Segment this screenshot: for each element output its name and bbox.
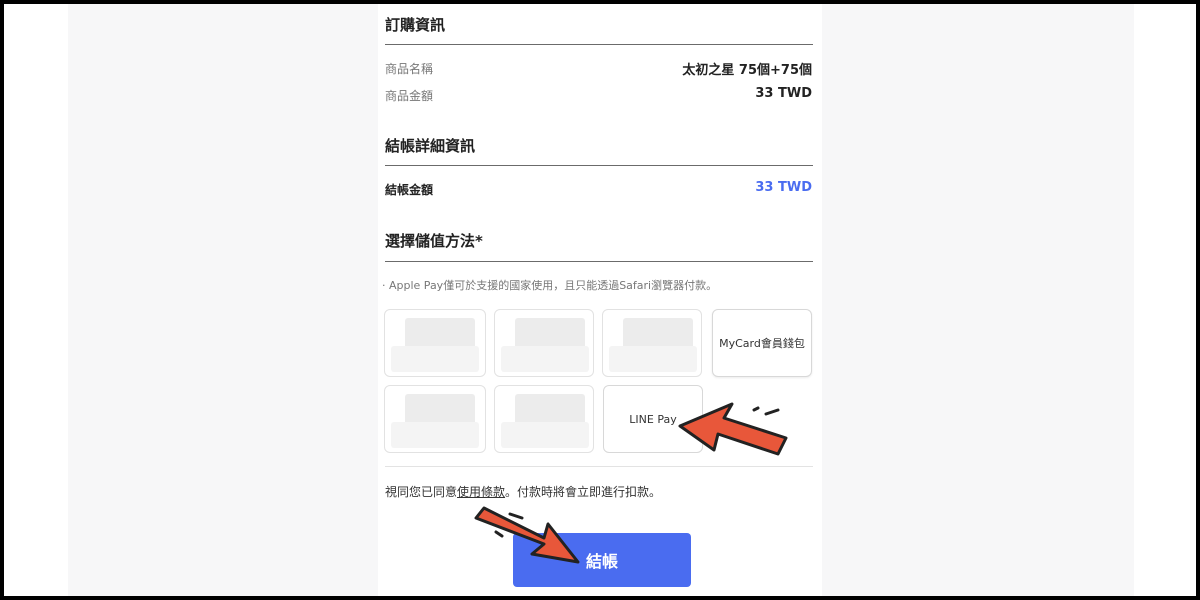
arrow-pointing-checkout-button-icon (474, 506, 580, 564)
screenshot-frame: 訂購資訊 商品名稱 太初之星 75個+75個 商品金額 33 TWD 結帳詳細資… (4, 4, 1196, 596)
product-amount-value: 33 TWD (755, 86, 812, 101)
agreement-prefix: 視同您已同意 (385, 485, 458, 499)
checkout-details-title: 結帳詳細資訊 (385, 137, 476, 155)
agreement-suffix: 。付款時將會立即進行扣款。 (505, 485, 662, 499)
payment-method-title: 選擇儲值方法* (385, 232, 483, 250)
divider (385, 165, 813, 166)
checkout-amount-value: 33 TWD (755, 180, 812, 195)
checkout-amount-label: 結帳金額 (385, 183, 434, 197)
arrow-pointing-line-pay-icon (678, 402, 788, 456)
order-info-title: 訂購資訊 (385, 16, 446, 34)
payment-option-label: MyCard會員錢包 (719, 337, 805, 350)
terms-link[interactable]: 使用條款 (457, 485, 505, 499)
payment-option-blurred[interactable] (494, 385, 594, 453)
payment-option-blurred[interactable] (384, 385, 486, 453)
agreement-text: 視同您已同意使用條款。付款時將會立即進行扣款。 (385, 483, 661, 500)
payment-option-mycard[interactable]: MyCard會員錢包 (712, 309, 812, 377)
product-name-label: 商品名稱 (385, 62, 434, 76)
payment-option-label: LINE Pay (629, 412, 677, 426)
payment-option-blurred[interactable] (384, 309, 486, 377)
product-amount-label: 商品金額 (385, 89, 434, 103)
payment-option-blurred[interactable] (494, 309, 594, 377)
divider (385, 261, 813, 262)
divider (385, 44, 813, 45)
product-name-value: 太初之星 75個+75個 (682, 63, 812, 78)
payment-option-blurred[interactable] (602, 309, 702, 377)
apple-pay-note: · Apple Pay僅可於支援的國家使用，且只能透過Safari瀏覽器付款。 (382, 279, 718, 292)
